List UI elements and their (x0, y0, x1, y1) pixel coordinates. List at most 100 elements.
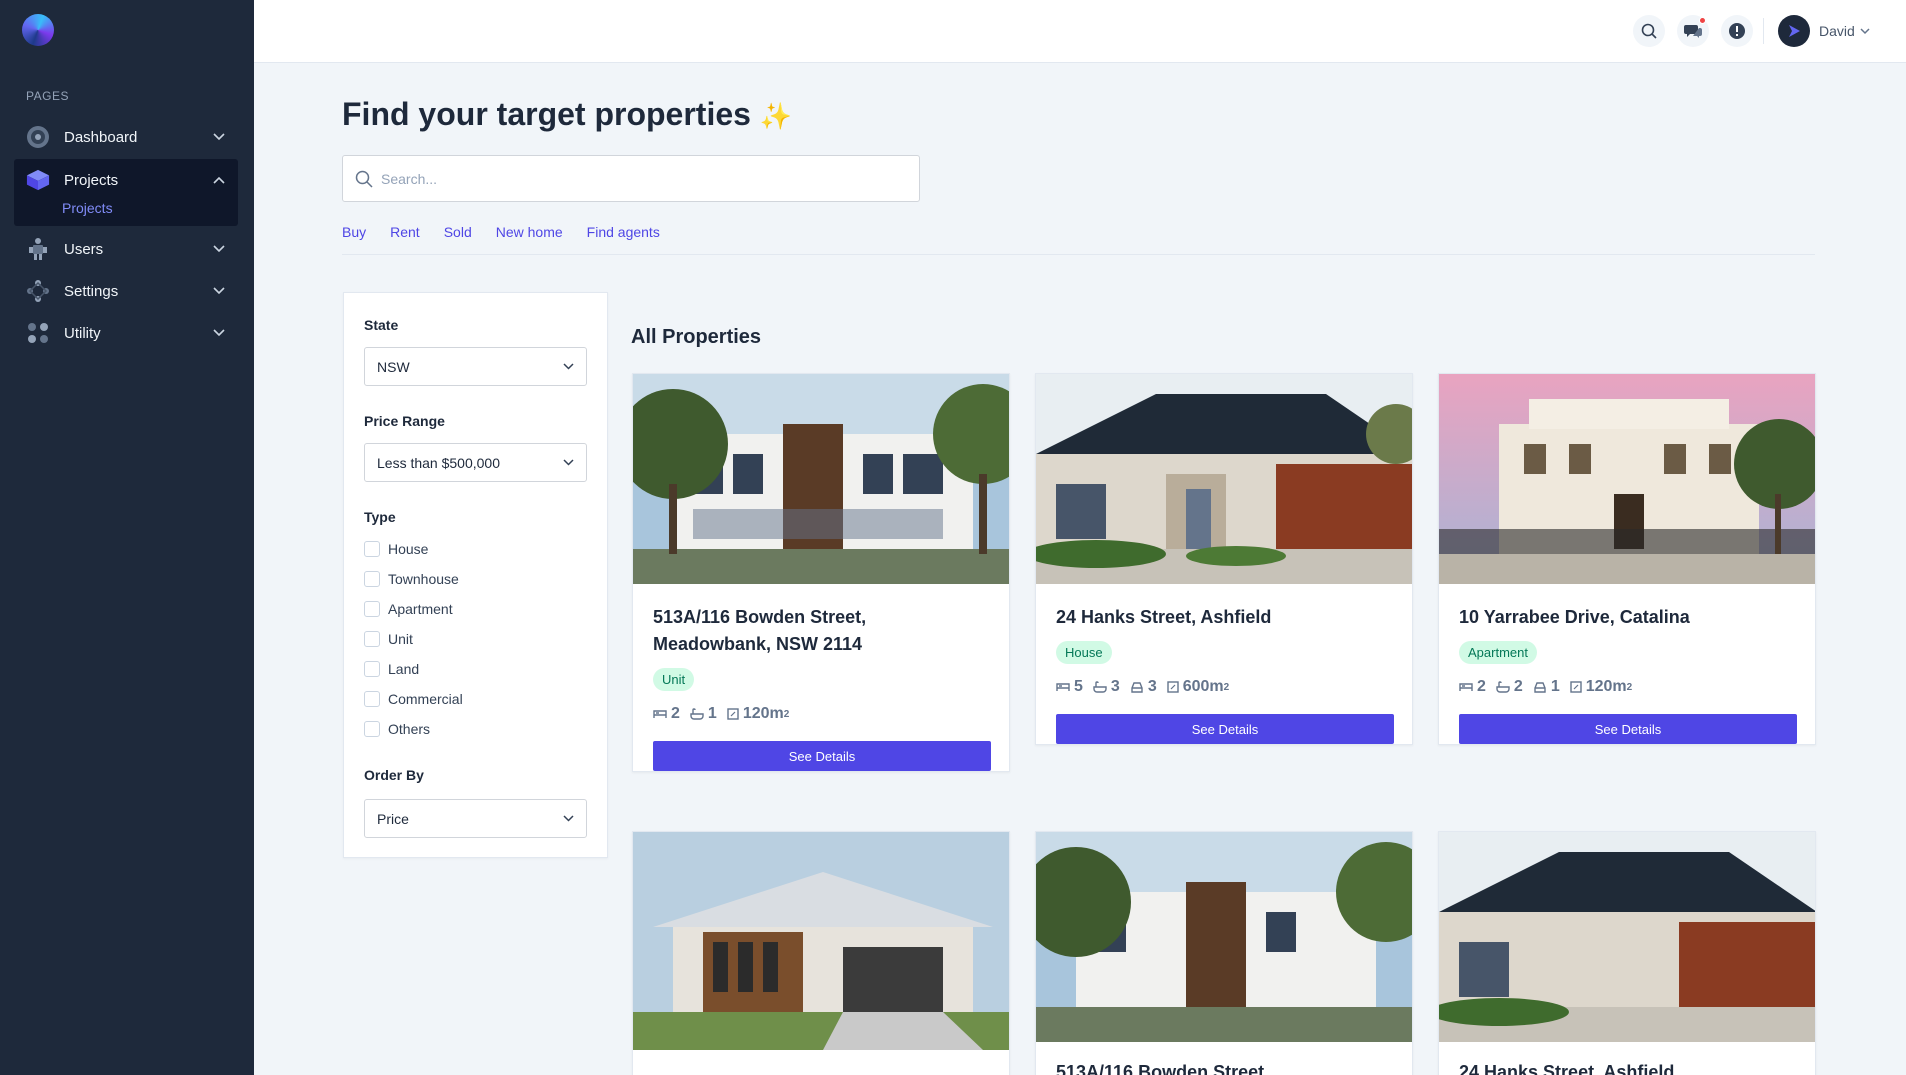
type-checkbox-commercial[interactable]: Commercial (364, 691, 463, 707)
property-address[interactable]: 24 Hanks Street, Ashfield (1439, 1042, 1815, 1075)
property-specs: 5 3 3 600m 2 (1056, 678, 1392, 696)
property-address[interactable]: 513A/116 Bowden Street, (1036, 1042, 1412, 1075)
search-icon (1641, 23, 1657, 39)
tab-find-agents[interactable]: Find agents (587, 224, 660, 240)
checkbox[interactable] (364, 601, 380, 617)
property-type-badge: Apartment (1459, 641, 1537, 664)
property-specs: 2 1 120m 2 (653, 705, 989, 723)
bathrooms: 1 (690, 705, 717, 723)
checkbox-label: House (388, 541, 429, 557)
sparkles-icon: ✨ (759, 101, 793, 131)
bathroom-count: 2 (1513, 678, 1523, 695)
property-card[interactable]: 10 Yarrabee Drive, Catalina Apartment 2 … (1438, 373, 1816, 745)
property-card[interactable]: 513A/116 Bowden Street, (1035, 831, 1413, 1075)
checkbox[interactable] (364, 571, 380, 587)
property-image (633, 374, 1009, 584)
state-label: State (364, 317, 399, 333)
sidebar-item-projects[interactable]: Projects (14, 159, 238, 201)
car-icon (1131, 682, 1143, 693)
type-checkbox-unit[interactable]: Unit (364, 631, 413, 647)
checkbox[interactable] (364, 541, 380, 557)
top-header: David (254, 0, 1906, 63)
property-address[interactable]: 10 Yarrabee Drive, Catalina (1459, 604, 1795, 631)
sidebar-item-utility[interactable]: Utility (14, 312, 238, 354)
page-title: Find your target properties ✨ (342, 96, 792, 133)
checkbox[interactable] (364, 661, 380, 677)
type-checkbox-house[interactable]: House (364, 541, 428, 557)
type-checkbox-land[interactable]: Land (364, 661, 419, 677)
bed-icon (1459, 683, 1473, 691)
sidebar-item-settings[interactable]: Settings (14, 270, 238, 312)
bedroom-count: 5 (1074, 678, 1083, 695)
dashboard-icon (26, 125, 50, 149)
projects-icon (26, 168, 50, 192)
sidebar-subitem-projects[interactable]: Projects (62, 200, 113, 216)
sidebar-item-dashboard[interactable]: Dashboard (14, 116, 238, 158)
area-icon (1570, 681, 1582, 693)
checkbox[interactable] (364, 721, 380, 737)
bedroom-count: 2 (671, 705, 680, 722)
search-input[interactable] (381, 170, 901, 187)
sidebar-item-label: Settings (64, 282, 119, 300)
property-address[interactable]: 513A/116 Bowden Street, Meadowbank, NSW … (653, 604, 989, 658)
chevron-down-icon (210, 240, 228, 258)
tab-buy[interactable]: Buy (342, 224, 366, 240)
property-card[interactable]: 513A/116 Bowden Street, Meadowbank, NSW … (632, 373, 1010, 772)
price-range-select[interactable]: Less than $500,000 (364, 443, 587, 482)
tab-rent[interactable]: Rent (390, 224, 420, 240)
order-by-select[interactable]: Price (364, 799, 587, 838)
settings-icon (26, 279, 50, 303)
tab-sold[interactable]: Sold (444, 224, 472, 240)
chat-icon (1684, 23, 1702, 39)
checkbox[interactable] (364, 691, 380, 707)
area-icon (1167, 681, 1179, 693)
see-details-button[interactable]: See Details (1459, 714, 1797, 744)
messages-button[interactable] (1677, 15, 1709, 47)
user-menu[interactable]: David (1778, 15, 1870, 47)
bath-icon (1496, 681, 1510, 693)
avatar (1778, 15, 1810, 47)
bathrooms: 2 (1496, 678, 1523, 696)
property-tabs: Buy Rent Sold New home Find agents (342, 224, 684, 240)
bathrooms: 3 (1093, 678, 1120, 696)
type-checkbox-others[interactable]: Others (364, 721, 430, 737)
property-type-badge: House (1056, 641, 1112, 664)
property-card[interactable] (632, 831, 1010, 1075)
app-logo[interactable] (22, 14, 54, 46)
property-card[interactable]: 24 Hanks Street, Ashfield (1438, 831, 1816, 1075)
area-unit: 2 (1223, 681, 1230, 693)
state-select[interactable]: NSW (364, 347, 587, 386)
checkbox-label: Apartment (388, 601, 453, 617)
area: 120m 2 (727, 705, 789, 723)
bed-icon (1056, 683, 1070, 691)
sidebar-item-users[interactable]: Users (14, 228, 238, 270)
see-details-button[interactable]: See Details (653, 741, 991, 771)
car-count: 1 (1550, 678, 1560, 695)
chevron-down-icon (210, 128, 228, 146)
price-range-value: Less than $500,000 (377, 454, 500, 471)
tab-new-home[interactable]: New home (496, 224, 563, 240)
bed-icon (653, 710, 667, 718)
bath-icon (1093, 681, 1107, 693)
search-button[interactable] (1633, 15, 1665, 47)
type-checkbox-apartment[interactable]: Apartment (364, 601, 453, 617)
see-details-button[interactable]: See Details (1056, 714, 1394, 744)
property-specs: 2 2 1 120m 2 (1459, 678, 1795, 696)
users-icon (26, 237, 50, 261)
type-label: Type (364, 509, 396, 525)
checkbox-label: Commercial (388, 691, 463, 707)
property-image (1439, 832, 1815, 1042)
property-type-badge: Unit (653, 668, 695, 691)
property-address[interactable]: 24 Hanks Street, Ashfield (1056, 604, 1392, 631)
property-image (633, 832, 1009, 1050)
type-checkbox-townhouse[interactable]: Townhouse (364, 571, 459, 587)
header-divider (1763, 18, 1764, 44)
chevron-up-icon (210, 171, 228, 189)
bath-icon (690, 708, 704, 720)
alerts-button[interactable] (1721, 15, 1753, 47)
state-value: NSW (377, 358, 410, 375)
chevron-down-icon (210, 324, 228, 342)
chevron-down-icon (1860, 27, 1870, 35)
property-card[interactable]: 24 Hanks Street, Ashfield House 5 3 3 60… (1035, 373, 1413, 745)
checkbox[interactable] (364, 631, 380, 647)
